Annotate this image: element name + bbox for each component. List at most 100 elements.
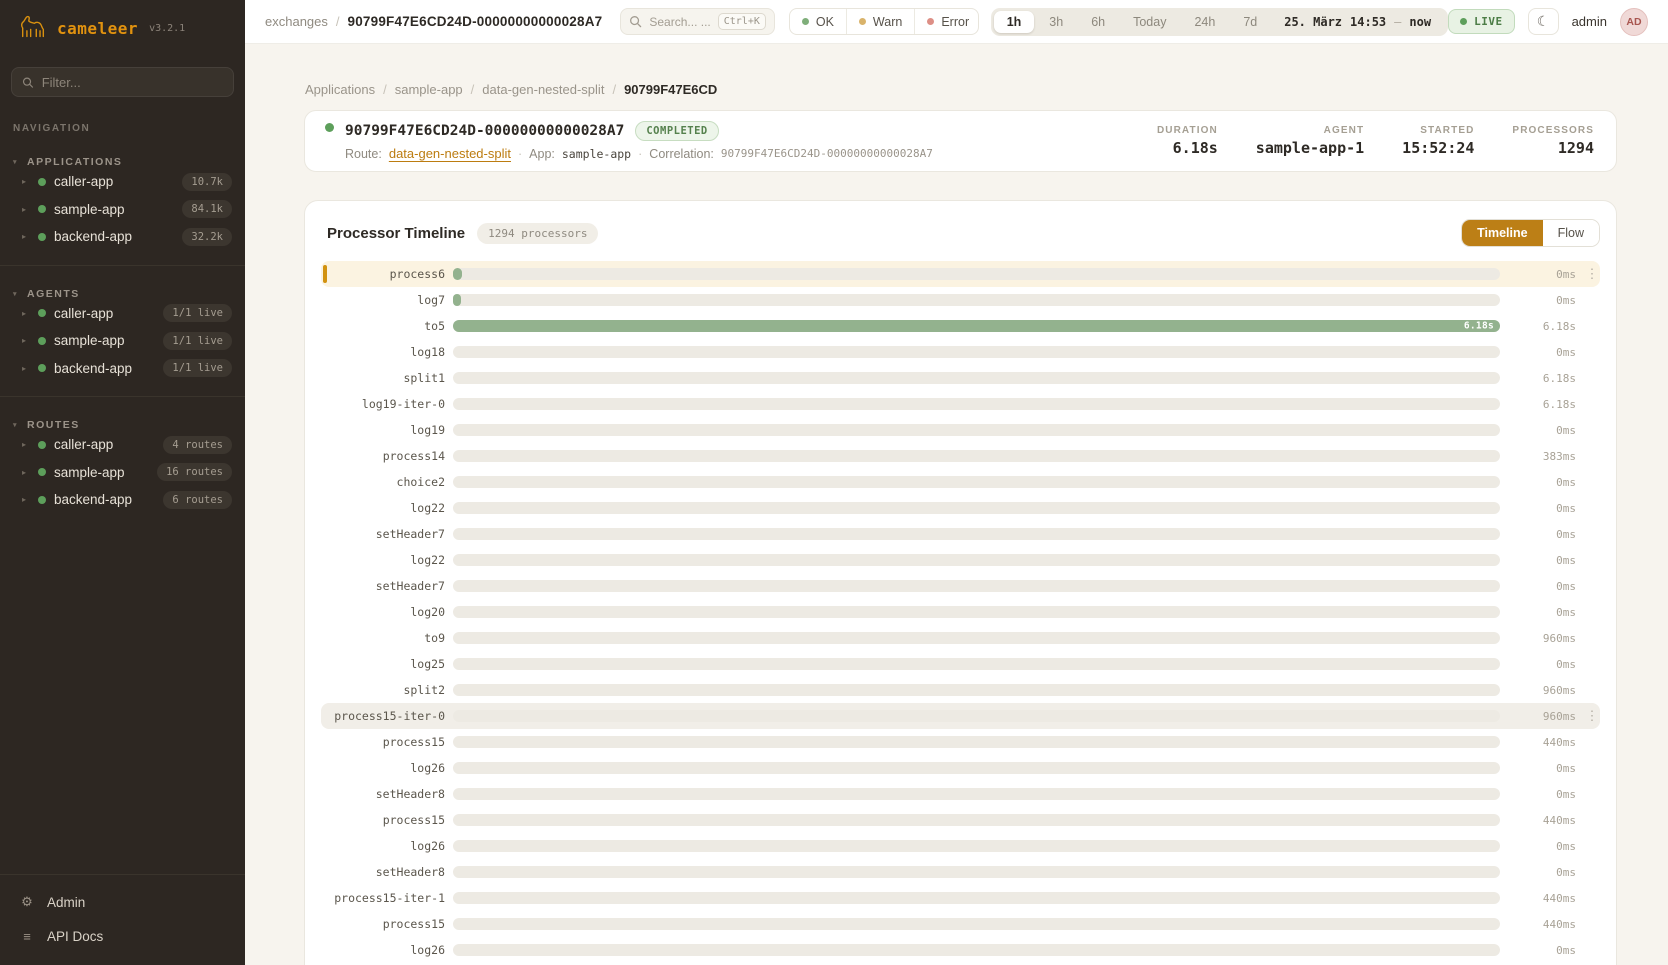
app-logo[interactable]: cameleer v3.2.1 [0,0,245,53]
processor-name: choice2 [321,475,445,489]
row-menu-icon[interactable]: ⋮ [1584,261,1600,287]
item-label: backend-app [54,361,132,376]
timeline-view-button[interactable]: Timeline [1462,220,1542,246]
sidebar-item-backend-app-agent[interactable]: ▸ backend-app 1/1 live [0,355,245,383]
timeline-row[interactable]: process15 440ms ⋮ [321,807,1600,833]
sidebar-item-caller-app-agent[interactable]: ▸ caller-app 1/1 live [0,300,245,328]
timeline-row[interactable]: log22 0ms ⋮ [321,547,1600,573]
section-title: APPLICATIONS [27,156,122,168]
sidebar-filter[interactable] [11,67,234,97]
processor-name: process15 [321,917,445,931]
sidebar-item-sample-app-routes[interactable]: ▸ sample-app 16 routes [0,459,245,487]
row-duration: 0ms [1508,528,1576,541]
chevron-right-icon: ▸ [22,205,30,214]
time-range-7d[interactable]: 7d [1230,11,1270,33]
sidebar-item-caller-app[interactable]: ▸ caller-app 10.7k [0,168,245,196]
processor-name: setHeader8 [321,865,445,879]
time-range-3h[interactable]: 3h [1036,11,1076,33]
timeline-row[interactable]: log18 0ms ⋮ [321,339,1600,365]
time-range-1h[interactable]: 1h [994,11,1035,33]
sidebar-item-caller-app-routes[interactable]: ▸ caller-app 4 routes [0,431,245,459]
avatar[interactable]: AD [1620,8,1648,36]
timeline-bar [453,268,462,280]
timeline-row[interactable]: process15-iter-1 440ms ⋮ [321,885,1600,911]
item-label: caller-app [54,306,113,321]
timeline-row[interactable]: log26 0ms ⋮ [321,755,1600,781]
time-range-group: 1h 3h 6h Today 24h 7d 25. März 14:53 – n… [991,8,1448,36]
timeline-row[interactable]: setHeader8 0ms ⋮ [321,859,1600,885]
row-duration: 0ms [1508,866,1576,879]
timeline-row[interactable]: process15 440ms ⋮ [321,911,1600,937]
chevron-right-icon: ▸ [22,232,30,241]
processor-name: process6 [321,267,445,281]
timeline-row[interactable]: process14 383ms ⋮ [321,443,1600,469]
theme-toggle-button[interactable]: ☾ [1528,8,1559,35]
timeline-row[interactable]: log7 0ms ⋮ [321,287,1600,313]
timeline-row[interactable]: process6 0ms ⋮ [321,261,1600,287]
breadcrumb-exchanges-link[interactable]: exchanges [265,14,328,29]
breadcrumb-route[interactable]: data-gen-nested-split [482,82,604,97]
filter-input[interactable] [42,75,223,90]
flow-view-button[interactable]: Flow [1543,220,1599,246]
sidebar-item-admin[interactable]: ⚙ Admin [0,885,245,919]
time-range-display[interactable]: 25. März 14:53 – now [1272,15,1445,29]
time-range-6h[interactable]: 6h [1078,11,1118,33]
timeline-row[interactable]: log26 0ms ⋮ [321,833,1600,859]
status-dot [38,337,46,345]
item-label: sample-app [54,202,125,217]
timeline-row[interactable]: choice2 0ms ⋮ [321,469,1600,495]
status-dot [38,233,46,241]
sidebar-item-backend-app-routes[interactable]: ▸ backend-app 6 routes [0,486,245,514]
timeline-row[interactable]: log25 0ms ⋮ [321,651,1600,677]
route-link[interactable]: data-gen-nested-split [389,146,511,161]
timeline-row[interactable]: setHeader7 0ms ⋮ [321,521,1600,547]
chevron-down-icon: ▾ [13,158,18,166]
main-content: Applications / sample-app / data-gen-nes… [245,44,1668,965]
timeline-row[interactable]: log19-iter-0 6.18s ⋮ [321,391,1600,417]
timeline-row[interactable]: process15-iter-0 960ms ⋮ [321,703,1600,729]
sidebar-item-sample-app-agent[interactable]: ▸ sample-app 1/1 live [0,327,245,355]
live-indicator[interactable]: LIVE [1448,9,1515,34]
row-duration: 960ms [1508,632,1576,645]
processor-name: to5 [321,319,445,333]
sidebar-item-api-docs[interactable]: ≡ API Docs [0,919,245,953]
item-label: API Docs [47,929,103,944]
stat-label: PROCESSORS [1512,125,1594,136]
row-duration: 960ms [1508,710,1576,723]
timeline-row[interactable]: setHeader8 0ms ⋮ [321,781,1600,807]
row-duration: 0ms [1508,944,1576,957]
breadcrumb-sample-app[interactable]: sample-app [395,82,463,97]
timeline-row[interactable]: process15 440ms ⋮ [321,729,1600,755]
timeline-row[interactable]: setHeader7 0ms ⋮ [321,573,1600,599]
status-filter-warn[interactable]: Warn [847,9,915,34]
row-menu-icon[interactable]: ⋮ [1584,703,1600,729]
timeline-row[interactable]: split2 960ms ⋮ [321,677,1600,703]
timeline-row[interactable]: log26 0ms ⋮ [321,937,1600,963]
section-header-agents[interactable]: ▾ AGENTS [0,288,245,300]
processor-name: split1 [321,371,445,385]
timeline-row[interactable]: log20 0ms ⋮ [321,599,1600,625]
timeline-track [453,710,1500,722]
timeline-row[interactable]: log19 0ms ⋮ [321,417,1600,443]
timeline-row[interactable]: log22 0ms ⋮ [321,495,1600,521]
section-header-applications[interactable]: ▾ APPLICATIONS [0,156,245,168]
status-filter-error[interactable]: Error [915,9,978,34]
sidebar-item-sample-app[interactable]: ▸ sample-app 84.1k [0,196,245,224]
time-range-today[interactable]: Today [1120,11,1179,33]
section-header-routes[interactable]: ▾ ROUTES [0,419,245,431]
timeline-track [453,840,1500,852]
processor-name: process14 [321,449,445,463]
timeline-track [453,814,1500,826]
item-label: backend-app [54,492,132,507]
timeline-row[interactable]: to5 6.18s 6.18s ⋮ [321,313,1600,339]
breadcrumb-separator: / [612,82,616,97]
timeline-row[interactable]: split1 6.18s ⋮ [321,365,1600,391]
section-title: ROUTES [27,419,80,431]
stat-duration: DURATION 6.18s [1157,125,1218,157]
global-search[interactable]: Search... ... Ctrl+K [620,8,774,35]
status-filter-ok[interactable]: OK [790,9,847,34]
timeline-row[interactable]: to9 960ms ⋮ [321,625,1600,651]
time-range-24h[interactable]: 24h [1181,11,1228,33]
sidebar-item-backend-app[interactable]: ▸ backend-app 32.2k [0,223,245,251]
breadcrumb-applications[interactable]: Applications [305,82,375,97]
